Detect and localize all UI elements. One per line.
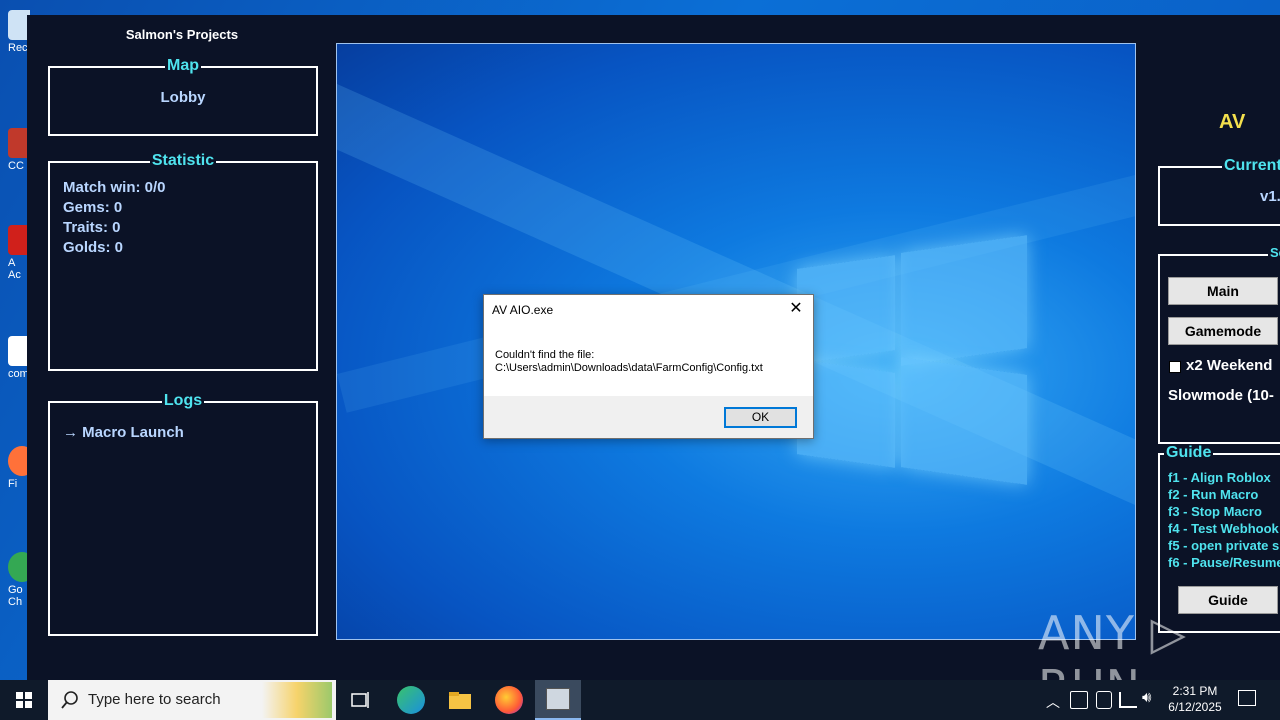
task-view-icon[interactable] — [346, 686, 374, 714]
guide-line-f3: f3 - Stop Macro — [1168, 504, 1262, 519]
current-group-title: Current — [1222, 157, 1280, 175]
clock-time: 2:31 PM — [1172, 684, 1218, 698]
volume-icon[interactable]: 🔊︎ — [1142, 689, 1151, 706]
current-version-group: Current v1. — [1158, 157, 1280, 226]
weekend-label: x2 Weekend — [1186, 357, 1273, 374]
windows-logo-pane-br — [901, 357, 1027, 485]
log-entry: → Macro Launch — [63, 424, 184, 441]
taskbar: Type here to search ︿ 🔊︎ 2:31 PM 6/12/20… — [0, 680, 1280, 720]
start-button[interactable] — [0, 680, 48, 720]
close-icon[interactable]: ✕ — [787, 300, 805, 318]
desktop-icon-ccleaner[interactable]: CC — [0, 128, 30, 172]
main-button[interactable]: Main — [1168, 277, 1278, 305]
search-placeholder: Type here to search — [88, 691, 221, 708]
chevron-up-icon[interactable]: ︿ — [1046, 692, 1060, 712]
stat-traits: Traits: 0 — [63, 219, 121, 236]
gamemode-button[interactable]: Gamemode — [1168, 317, 1278, 345]
search-icon — [61, 691, 78, 709]
slowmode-label: Slowmode (10- — [1168, 387, 1274, 404]
dialog-message-line1: Couldn't find the file: — [495, 349, 595, 361]
right-panel-title: AV — [1219, 111, 1246, 133]
stat-gems: Gems: 0 — [63, 199, 123, 216]
guide-group-title: Guide — [1164, 444, 1214, 462]
stat-golds: Golds: 0 — [63, 239, 124, 256]
device-tray-icon[interactable] — [1096, 691, 1112, 709]
dialog-message-line2: C:\Users\admin\Downloads\data\FarmConfig… — [495, 362, 763, 374]
file-explorer-icon[interactable] — [446, 686, 474, 714]
logs-group: Logs → Macro Launch — [48, 392, 318, 636]
settings-group-title: Sett — [1268, 245, 1280, 260]
dialog-message: Couldn't find the file: C:\Users\admin\D… — [495, 349, 763, 375]
settings-group: Sett Main Gamemode x2 Weekend Slowmode (… — [1158, 245, 1280, 444]
clock-date: 6/12/2025 — [1168, 700, 1222, 714]
search-highlight-image — [262, 682, 332, 718]
current-version-value: v1. — [1260, 188, 1280, 205]
map-group: Map Lobby — [48, 57, 318, 136]
desktop-icon-word[interactable]: com — [0, 336, 30, 380]
app-title: Salmon's Projects — [125, 27, 239, 42]
guide-line-f5: f5 - open private s — [1168, 538, 1280, 553]
ok-button[interactable]: OK — [724, 407, 797, 428]
logs-group-title: Logs — [161, 392, 205, 409]
statistic-group-title: Statistic — [149, 152, 217, 169]
guide-line-f1: f1 - Align Roblox — [1168, 470, 1271, 485]
desktop-icon-chrome[interactable]: Go Ch — [0, 552, 30, 608]
dialog-title: AV AIO.exe — [492, 303, 554, 317]
edge-browser-icon[interactable] — [397, 686, 425, 714]
windows-logo-pane-tr — [901, 235, 1027, 366]
taskbar-search-box[interactable]: Type here to search — [48, 680, 336, 720]
guide-line-f6: f6 - Pause/Resume — [1168, 555, 1280, 570]
windows-start-icon — [16, 692, 32, 708]
app-window-icon — [546, 688, 570, 710]
map-group-title: Map — [165, 57, 201, 74]
desktop-icon-acrobat[interactable]: A Ac — [0, 225, 30, 281]
guide-line-f2: f2 - Run Macro — [1168, 487, 1259, 502]
map-value: Lobby — [160, 89, 206, 106]
stat-match-win: Match win: 0/0 — [63, 179, 166, 196]
weekend-checkbox[interactable] — [1169, 361, 1181, 373]
active-app-taskbar-button[interactable] — [535, 680, 581, 720]
firefox-taskbar-icon[interactable] — [495, 686, 523, 714]
network-icon[interactable] — [1119, 692, 1137, 708]
notification-icon[interactable] — [1238, 690, 1256, 706]
desktop-icon-firefox[interactable]: Fi — [0, 446, 30, 490]
desktop-icon-recycle-bin[interactable]: Rec — [0, 10, 30, 54]
security-tray-icon[interactable] — [1070, 691, 1088, 709]
guide-line-f4: f4 - Test Webhook — [1168, 521, 1279, 536]
error-dialog: AV AIO.exe ✕ Couldn't find the file: C:\… — [483, 294, 814, 439]
statistic-group: Statistic Match win: 0/0 Gems: 0 Traits:… — [48, 152, 318, 371]
taskbar-clock[interactable]: 2:31 PM 6/12/2025 — [1166, 683, 1224, 715]
dialog-footer: OK — [484, 396, 813, 438]
